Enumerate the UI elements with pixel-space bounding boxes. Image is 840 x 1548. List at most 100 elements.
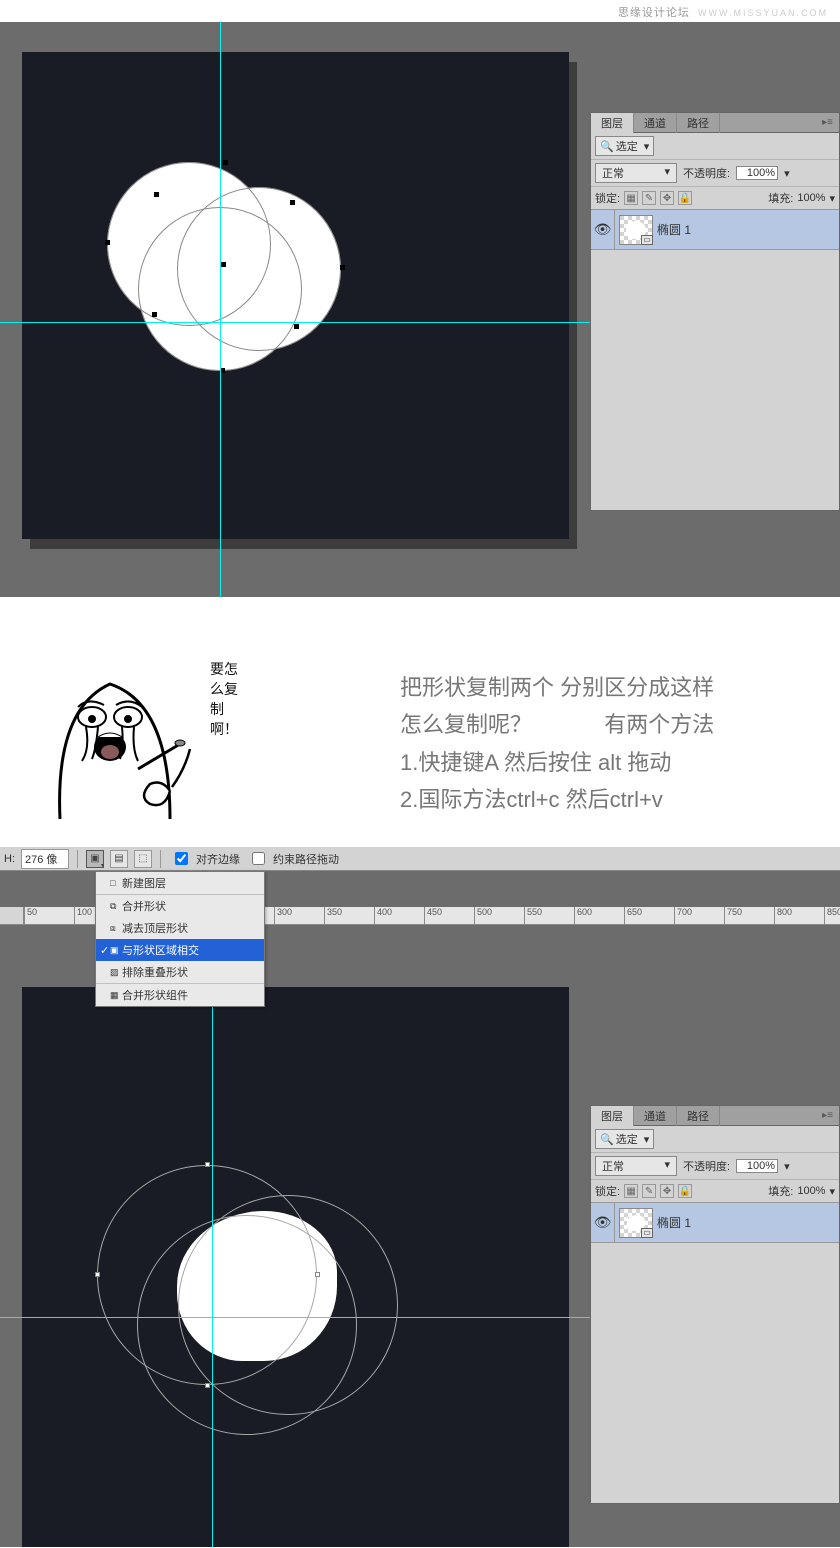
handle[interactable] (223, 160, 228, 165)
handle[interactable] (294, 324, 299, 329)
menu-new-layer[interactable]: □ 新建图层 (96, 872, 264, 895)
document-canvas[interactable] (22, 52, 569, 539)
path-align-button[interactable]: ▤ (110, 850, 128, 868)
screenshot-bottom: H: 276 像 ▣▾ ▤ ⬚ 对齐边缘 约束路径拖动 □ 新建图层 ⧉ 合并形… (0, 847, 840, 1547)
handle[interactable] (154, 192, 159, 197)
ruler-tick: 450 (424, 907, 474, 925)
anchor-point[interactable] (205, 1162, 210, 1167)
lock-transparency-icon[interactable]: ▦ (624, 1184, 638, 1198)
menu-exclude-overlap[interactable]: ▨ 排除重叠形状 (96, 961, 264, 983)
menu-intersect-shapes[interactable]: ✓ ▣ 与形状区域相交 (96, 939, 264, 961)
visibility-eye-icon[interactable]: 👁 (591, 210, 615, 250)
menu-label: 减去顶层形状 (122, 920, 188, 936)
lock-pixels-icon[interactable]: ✎ (642, 1184, 656, 1198)
ruler-tick: 600 (574, 907, 624, 925)
tutorial-text-section: 要怎么复制啊！ 把形状复制两个 分别区分成这样 怎么复制呢？ 有两个方法 1.快… (0, 637, 840, 847)
chevron-down-icon[interactable]: ▾ (829, 1185, 835, 1198)
chevron-down-icon[interactable]: ▾ (784, 167, 790, 180)
chevron-down-icon[interactable]: ▾ (784, 1160, 790, 1173)
guide-vertical[interactable] (212, 925, 213, 1547)
meme-image: 要怎么复制啊！ (20, 649, 220, 819)
panel-menu-icon[interactable]: ▸≡ (822, 1110, 833, 1121)
lock-all-icon[interactable]: 🔒 (678, 1184, 692, 1198)
tab-layers[interactable]: 图层 (591, 1106, 634, 1126)
ellipse-path-3[interactable] (178, 1195, 398, 1415)
handle[interactable] (340, 265, 345, 270)
speech-text: 要怎么复制啊！ (210, 659, 238, 739)
chevron-down-icon: ▾ (664, 165, 670, 181)
blend-mode-value: 正常 (602, 1158, 624, 1174)
tab-channels[interactable]: 通道 (634, 113, 677, 133)
ruler-tick: 650 (624, 907, 674, 925)
layer-filter-select[interactable]: 🔍 选定 ▾ (595, 136, 654, 156)
blend-mode-select[interactable]: 正常 ▾ (595, 1156, 677, 1176)
handle[interactable] (290, 200, 295, 205)
divider (160, 850, 161, 868)
search-icon: 🔍 (600, 140, 614, 153)
layer-thumbnail[interactable]: ▭ (619, 1208, 653, 1238)
layer-thumbnail[interactable]: ▭ (619, 215, 653, 245)
fill-field[interactable]: 100% (797, 192, 825, 204)
fill-field[interactable]: 100% (797, 1185, 825, 1197)
menu-label: 新建图层 (122, 875, 166, 891)
layers-panel: 图层 通道 路径 ▸≡ 🔍 选定 ▾ 正常 ▾ 不透明度: 100% ▾ 锁定:… (590, 1105, 840, 1504)
fill-label: 填充: (768, 1183, 793, 1199)
lock-label: 锁定: (595, 190, 620, 206)
handle-center[interactable] (221, 262, 226, 267)
ruler-tick: 800 (774, 907, 824, 925)
anchor-point[interactable] (95, 1272, 100, 1277)
opacity-label: 不透明度: (683, 165, 730, 181)
lock-transparency-icon[interactable]: ▦ (624, 191, 638, 205)
layer-row[interactable]: 👁 ▭ 椭圆 1 (591, 210, 839, 250)
layers-empty-area[interactable] (591, 250, 839, 510)
lock-pixels-icon[interactable]: ✎ (642, 191, 656, 205)
height-field[interactable]: 276 像 (21, 849, 69, 869)
height-label: H: (4, 853, 15, 865)
tab-paths[interactable]: 路径 (677, 113, 720, 133)
text-line-4: 2.国际方法ctrl+c 然后ctrl+v (400, 781, 714, 818)
lock-position-icon[interactable]: ✥ (660, 1184, 674, 1198)
path-ops-button[interactable]: ▣▾ (86, 850, 104, 868)
align-edges-label: 对齐边缘 (196, 851, 240, 867)
menu-subtract-front[interactable]: ⧈ 减去顶层形状 (96, 917, 264, 939)
opacity-field[interactable]: 100% (736, 1159, 778, 1173)
anchor-point[interactable] (315, 1272, 320, 1277)
merge-icon: ▦ (110, 990, 119, 1001)
path-operations-menu: □ 新建图层 ⧉ 合并形状 ⧈ 减去顶层形状 ✓ ▣ 与形状区域相交 ▨ 排除重… (95, 871, 265, 1007)
ruler-corner[interactable] (0, 907, 24, 925)
combine-icon: ⧉ (110, 901, 116, 912)
anchor-point[interactable] (205, 1383, 210, 1388)
menu-merge-components[interactable]: ▦ 合并形状组件 (96, 983, 264, 1006)
ruler-tick: 500 (474, 907, 524, 925)
ellipse-path-3[interactable] (177, 187, 341, 351)
opacity-field[interactable]: 100% (736, 166, 778, 180)
tab-channels[interactable]: 通道 (634, 1106, 677, 1126)
chevron-down-icon[interactable]: ▾ (829, 192, 835, 205)
handle[interactable] (105, 240, 110, 245)
layers-empty-area[interactable] (591, 1243, 839, 1503)
vector-mask-badge-icon: ▭ (641, 235, 653, 245)
layer-name[interactable]: 椭圆 1 (657, 221, 691, 238)
layer-name[interactable]: 椭圆 1 (657, 1214, 691, 1231)
tab-layers[interactable]: 图层 (591, 113, 634, 133)
lock-label: 锁定: (595, 1183, 620, 1199)
ruler-tick: 700 (674, 907, 724, 925)
path-arrange-button[interactable]: ⬚ (134, 850, 152, 868)
panel-tabs: 图层 通道 路径 ▸≡ (591, 1106, 839, 1126)
ruler-tick: 850 (824, 907, 840, 925)
lock-position-icon[interactable]: ✥ (660, 191, 674, 205)
handle[interactable] (152, 312, 157, 317)
align-edges-checkbox[interactable] (175, 852, 188, 865)
document-canvas[interactable] (22, 987, 569, 1547)
layer-filter-select[interactable]: 🔍 选定 ▾ (595, 1129, 654, 1149)
ruler-tick: 750 (724, 907, 774, 925)
menu-combine-shapes[interactable]: ⧉ 合并形状 (96, 895, 264, 917)
panel-menu-icon[interactable]: ▸≡ (822, 117, 833, 128)
visibility-eye-icon[interactable]: 👁 (591, 1203, 615, 1243)
lock-all-icon[interactable]: 🔒 (678, 191, 692, 205)
blend-mode-select[interactable]: 正常 ▾ (595, 163, 677, 183)
layer-row[interactable]: 👁 ▭ 椭圆 1 (591, 1203, 839, 1243)
tab-paths[interactable]: 路径 (677, 1106, 720, 1126)
constrain-path-checkbox[interactable] (252, 852, 265, 865)
guide-vertical[interactable] (220, 22, 221, 597)
